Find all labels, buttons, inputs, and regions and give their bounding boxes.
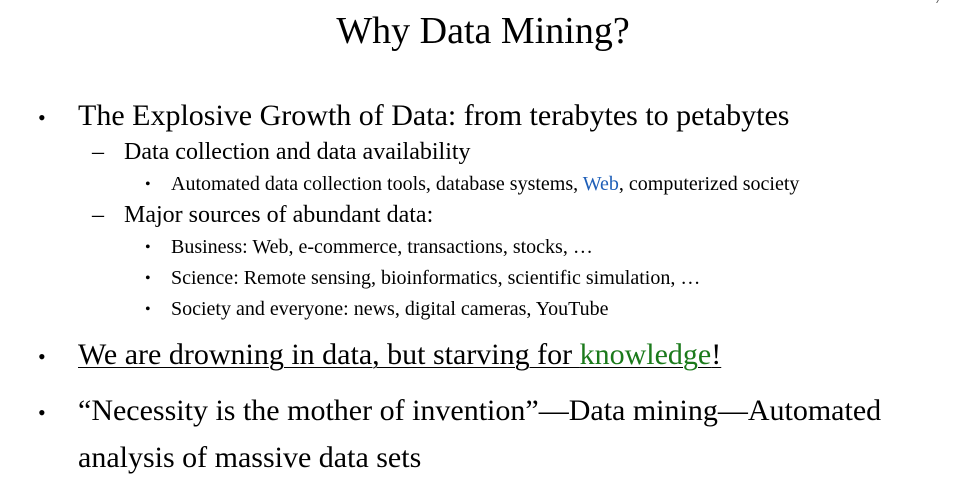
sub-bullet-major-sources: – Major sources of abundant data: [92, 200, 434, 230]
bullet-dot-icon: • [145, 176, 151, 193]
bullet-dot-icon: • [145, 270, 151, 287]
item-automated-tools: • Automated data collection tools, datab… [145, 171, 800, 197]
bullet-necessity-continued: analysis of massive data sets [78, 440, 421, 476]
bullet-necessity: • “Necessity is the mother of invention”… [38, 393, 882, 429]
sub-bullet-text: Major sources of abundant data: [124, 202, 434, 228]
knowledge-link[interactable]: knowledge [580, 338, 712, 371]
dash-icon: – [92, 139, 104, 165]
bullet-drowning-in-data: • We are drowning in data, but starving … [38, 337, 721, 373]
item-text-prefix: Automated data collection tools, databas… [171, 173, 583, 195]
item-science: • Science: Remote sensing, bioinformatic… [145, 265, 701, 291]
bullet-text: The Explosive Growth of Data: from terab… [78, 99, 790, 132]
sub-bullet-data-collection: – Data collection and data availability [92, 137, 471, 167]
bullet-dot-icon: • [38, 400, 46, 425]
bullet-text-line1: “Necessity is the mother of invention”—D… [78, 394, 882, 427]
item-business: • Business: Web, e-commerce, transaction… [145, 234, 593, 260]
sub-bullet-text: Data collection and data availability [124, 139, 471, 165]
corner-mark [931, 0, 939, 3]
slide-title: Why Data Mining? [336, 10, 630, 52]
item-text: Science: Remote sensing, bioinformatics,… [171, 267, 701, 289]
item-text: Society and everyone: news, digital came… [171, 298, 609, 320]
web-link[interactable]: Web [583, 173, 619, 195]
emphasis-text: We are drowning in data, but starving fo… [78, 338, 721, 371]
bullet-dot-icon: • [38, 105, 46, 130]
bullet-dot-icon: • [145, 301, 151, 318]
emphasis-prefix: We are drowning in data, but starving fo… [78, 338, 580, 371]
bullet-dot-icon: • [145, 239, 151, 256]
bullet-text-line2: analysis of massive data sets [78, 441, 422, 474]
dash-icon: – [92, 202, 104, 228]
bullet-dot-icon: • [38, 344, 46, 369]
item-text: Business: Web, e-commerce, transactions,… [171, 236, 593, 258]
bullet-explosive-growth: • The Explosive Growth of Data: from ter… [38, 98, 790, 134]
emphasis-suffix: ! [711, 338, 722, 371]
item-text-suffix: , computerized society [618, 173, 800, 195]
item-society: • Society and everyone: news, digital ca… [145, 296, 609, 322]
